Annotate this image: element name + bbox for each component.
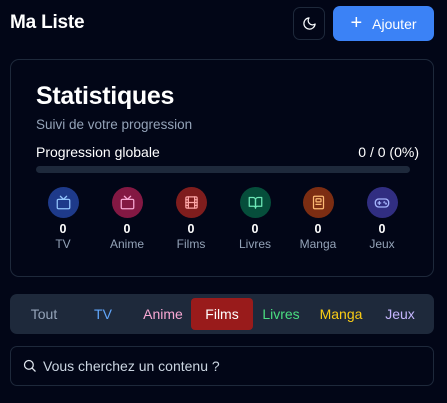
- app-header: Ma Liste + Ajouter: [0, 0, 447, 48]
- gamepad-icon: [366, 187, 398, 218]
- stat-label: Livres: [238, 237, 271, 251]
- stat-label: Films: [176, 237, 206, 251]
- filter-tab-films[interactable]: Films: [191, 298, 253, 330]
- stat-label: Manga: [299, 237, 337, 251]
- stat-tv: 0 TV: [33, 187, 93, 252]
- stat-anime: 0 Anime: [97, 187, 157, 252]
- stat-count: 0: [314, 222, 322, 236]
- stat-count: 0: [251, 222, 259, 236]
- tv-icon: [47, 187, 79, 218]
- filter-tab-jeux[interactable]: Jeux: [369, 298, 431, 330]
- search-input[interactable]: [43, 348, 423, 384]
- add-button-label: Ajouter: [372, 15, 417, 32]
- film-icon: [175, 187, 207, 218]
- filter-tab-manga[interactable]: Manga: [310, 298, 372, 330]
- stat-manga: 0 Manga: [288, 187, 348, 252]
- category-filter-bar: Tout TV Anime Films Livres Manga Jeux: [10, 294, 434, 334]
- search-icon: [23, 359, 36, 372]
- plus-icon: +: [350, 11, 363, 34]
- stats-subtitle: Suivi de votre progression: [36, 117, 193, 132]
- progress-label: Progression globale: [36, 144, 160, 160]
- stat-count: 0: [123, 222, 131, 236]
- stat-count: 0: [59, 222, 67, 236]
- stat-count: 0: [378, 222, 386, 236]
- tv-icon: [111, 187, 143, 218]
- app-title: Ma Liste: [10, 12, 85, 33]
- stat-jeux: 0 Jeux: [352, 187, 412, 252]
- filter-tab-livres[interactable]: Livres: [250, 298, 312, 330]
- add-button[interactable]: + Ajouter: [333, 6, 434, 41]
- stat-count: 0: [187, 222, 195, 236]
- filter-tab-tv[interactable]: TV: [72, 298, 134, 330]
- stat-label: Anime: [109, 237, 144, 251]
- stats-title: Statistiques: [36, 82, 175, 110]
- stat-label: TV: [55, 237, 71, 251]
- book-icon: [302, 187, 334, 218]
- moon-icon: [302, 17, 316, 30]
- progress-value: 0 / 0 (0%): [358, 144, 419, 160]
- filter-tab-anime[interactable]: Anime: [132, 298, 194, 330]
- stats-card: Statistiques Suivi de votre progression …: [10, 59, 434, 277]
- book-open-icon: [239, 187, 271, 218]
- search-box: [10, 346, 434, 386]
- stat-label: Jeux: [369, 237, 395, 251]
- theme-toggle-button[interactable]: [293, 7, 325, 40]
- progress-bar: [36, 166, 410, 173]
- stat-films: 0 Films: [161, 187, 221, 252]
- stat-livres: 0 Livres: [225, 187, 285, 252]
- filter-tab-tout[interactable]: Tout: [13, 298, 75, 330]
